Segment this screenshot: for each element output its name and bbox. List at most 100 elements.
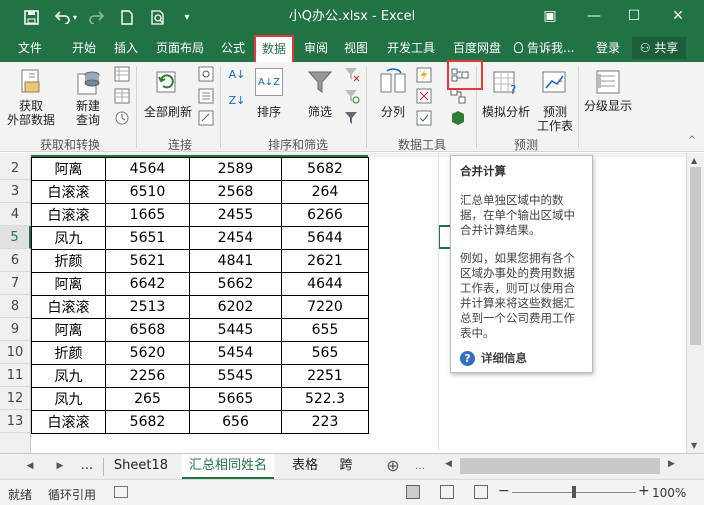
row-header[interactable]: 9	[0, 318, 31, 341]
horizontal-scrollbar-thumb[interactable]	[460, 458, 660, 474]
show-queries-icon[interactable]	[114, 66, 130, 82]
tab-home[interactable]: 开始	[64, 34, 104, 62]
print-preview-icon[interactable]	[148, 7, 168, 27]
zoom-level[interactable]: 100%	[652, 486, 686, 500]
row-header[interactable]: 13	[0, 410, 31, 433]
clear-filter-icon[interactable]	[344, 66, 360, 82]
table-cell[interactable]: 2621	[281, 249, 369, 273]
flash-fill-icon[interactable]	[416, 67, 432, 83]
tab-page-layout[interactable]: 页面布局	[150, 34, 210, 62]
row-header[interactable]: 8	[0, 295, 31, 318]
row-header[interactable]	[0, 433, 31, 453]
table-cell[interactable]: 白滚滚	[31, 295, 106, 319]
hscroll-left-icon[interactable]: ◀	[445, 459, 452, 469]
table-cell[interactable]: 凤九	[31, 364, 106, 388]
collapse-ribbon-icon[interactable]: ^	[686, 134, 698, 148]
table-cell[interactable]: 522.3	[281, 387, 369, 411]
table-cell[interactable]: 5545	[189, 364, 282, 388]
table-cell[interactable]: 凤九	[31, 226, 106, 250]
sheet-tab-summary[interactable]: 汇总相同姓名	[182, 454, 274, 479]
table-cell[interactable]: 折颜	[31, 249, 106, 273]
table-cell[interactable]: 白滚滚	[31, 203, 106, 227]
row-header[interactable]: 11	[0, 364, 31, 387]
table-cell[interactable]: 6266	[281, 203, 369, 227]
tab-baidu-netdisk[interactable]: 百度网盘	[446, 34, 508, 62]
table-cell[interactable]: 阿离	[31, 157, 106, 181]
forecast-sheet-button[interactable]: 预测 工作表	[534, 66, 576, 134]
table-cell[interactable]: 2454	[189, 226, 282, 250]
scrollbar-thumb[interactable]	[690, 167, 701, 345]
vertical-scrollbar[interactable]: ▲ ▼	[686, 153, 704, 453]
tab-formulas[interactable]: 公式	[215, 34, 251, 62]
zoom-out-button[interactable]: −	[498, 483, 510, 499]
table-cell[interactable]: 5454	[189, 341, 282, 365]
table-cell[interactable]: 2251	[281, 364, 369, 388]
sort-button[interactable]: A↓Z 排序	[250, 66, 288, 134]
table-cell[interactable]: 6642	[105, 272, 190, 296]
sheet-nav-next-icon[interactable]: ▶	[54, 454, 66, 479]
login-button[interactable]: 登录	[592, 34, 624, 62]
sheet-overflow-right[interactable]: ...	[411, 454, 429, 479]
customize-dropdown-icon[interactable]: ▾	[177, 7, 197, 27]
table-cell[interactable]: 5682	[105, 410, 190, 434]
row-header[interactable]: 7	[0, 272, 31, 295]
advanced-filter-icon[interactable]	[344, 110, 360, 126]
text-to-columns-button[interactable]: 分列	[374, 66, 412, 134]
sheet-tab-cross[interactable]: 跨	[334, 454, 358, 479]
sheet-tab-table[interactable]: 表格	[284, 454, 326, 479]
table-cell[interactable]: 4644	[281, 272, 369, 296]
table-cell[interactable]: 5662	[189, 272, 282, 296]
sort-ascending-button[interactable]: A↓	[228, 68, 246, 86]
table-cell[interactable]: 5665	[189, 387, 282, 411]
data-validation-icon[interactable]	[416, 110, 432, 126]
new-query-button[interactable]: 新建 查询	[66, 66, 110, 134]
row-header[interactable]: 10	[0, 341, 31, 364]
properties-icon[interactable]	[198, 88, 214, 104]
tab-insert[interactable]: 插入	[108, 34, 144, 62]
table-cell[interactable]: 5620	[105, 341, 190, 365]
table-cell[interactable]: 5621	[105, 249, 190, 273]
table-cell[interactable]: 白滚滚	[31, 180, 106, 204]
table-cell[interactable]: 阿离	[31, 272, 106, 296]
row-header[interactable]: 12	[0, 387, 31, 410]
tell-me-box[interactable]: 告诉我...	[514, 34, 584, 62]
table-cell[interactable]: 5644	[281, 226, 369, 250]
tooltip-more-info-link[interactable]: ? 详细信息	[460, 351, 583, 366]
tab-view[interactable]: 视图	[338, 34, 374, 62]
minimize-icon[interactable]: —	[580, 4, 608, 28]
page-break-view-icon[interactable]	[474, 485, 488, 499]
manage-data-model-icon[interactable]	[450, 110, 466, 126]
maximize-icon[interactable]: ☐	[620, 4, 648, 28]
filter-button[interactable]: 筛选	[300, 66, 340, 134]
page-layout-view-icon[interactable]	[440, 485, 454, 499]
row-header[interactable]: 4	[0, 203, 31, 226]
redo-icon[interactable]	[86, 7, 106, 27]
hscroll-right-icon[interactable]: ▶	[668, 459, 675, 469]
table-cell[interactable]: 4564	[105, 157, 190, 181]
table-cell[interactable]: 凤九	[31, 387, 106, 411]
table-cell[interactable]: 5682	[281, 157, 369, 181]
table-cell[interactable]: 6202	[189, 295, 282, 319]
table-cell[interactable]: 2589	[189, 157, 282, 181]
close-icon[interactable]: ✕	[664, 4, 692, 28]
edit-links-icon[interactable]	[198, 110, 214, 126]
table-cell[interactable]: 7220	[281, 295, 369, 319]
share-button[interactable]: ⚇ 共享	[632, 37, 686, 59]
tab-file[interactable]: 文件	[14, 34, 46, 62]
recent-sources-icon[interactable]	[114, 110, 130, 126]
table-cell[interactable]: 2513	[105, 295, 190, 319]
add-sheet-icon[interactable]: ⊕	[379, 454, 407, 479]
table-cell[interactable]: 656	[189, 410, 282, 434]
table-cell[interactable]: 阿离	[31, 318, 106, 342]
get-external-data-button[interactable]: 获取 外部数据	[2, 66, 60, 134]
macro-record-icon[interactable]	[114, 486, 128, 498]
what-if-analysis-button[interactable]: ? 模拟分析	[480, 66, 532, 134]
sheet-tab-sheet18[interactable]: Sheet18	[106, 454, 176, 479]
table-cell[interactable]: 白滚滚	[31, 410, 106, 434]
save-icon[interactable]	[21, 7, 41, 27]
row-header[interactable]: 5	[0, 226, 31, 249]
table-cell[interactable]: 2256	[105, 364, 190, 388]
reapply-icon[interactable]	[344, 88, 360, 104]
sheet-overflow-left[interactable]: ...	[78, 454, 96, 479]
sort-descending-button[interactable]: Z↓	[228, 94, 246, 112]
